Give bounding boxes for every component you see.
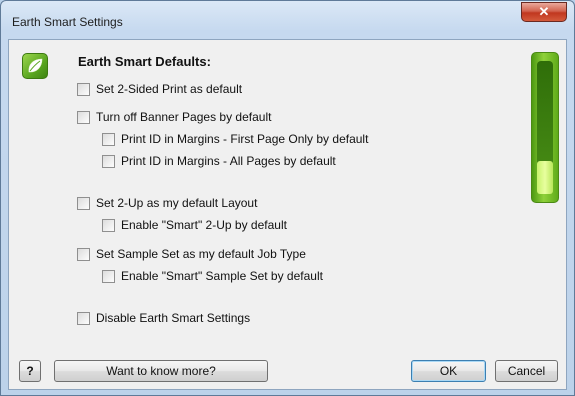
banner-pages-option[interactable]: Turn off Banner Pages by default [77,109,271,125]
smart-sample-set-option[interactable]: Enable "Smart" Sample Set by default [102,268,323,284]
two-sided-label: Set 2-Sided Print as default [96,82,243,96]
sample-set-option[interactable]: Set Sample Set as my default Job Type [77,246,306,262]
two-up-label: Set 2-Up as my default Layout [96,196,258,210]
smart-two-up-label: Enable "Smart" 2-Up by default [121,218,287,232]
print-id-all-pages-label: Print ID in Margins - All Pages by defau… [121,154,336,168]
disable-earth-smart-option[interactable]: Disable Earth Smart Settings [77,310,250,326]
want-to-know-more-button[interactable]: Want to know more? [54,360,268,382]
print-id-all-pages-option[interactable]: Print ID in Margins - All Pages by defau… [102,153,336,169]
two-up-option[interactable]: Set 2-Up as my default Layout [77,195,257,211]
close-icon: ✕ [538,4,550,19]
title-bar[interactable]: Earth Smart Settings ✕ [1,1,574,39]
sample-set-checkbox[interactable] [77,247,90,261]
two-up-checkbox[interactable] [77,196,90,210]
ok-button[interactable]: OK [411,360,486,382]
disable-earth-smart-checkbox[interactable] [77,311,90,325]
print-id-first-page-label: Print ID in Margins - First Page Only by… [121,132,369,146]
print-id-first-page-checkbox[interactable] [102,132,115,146]
print-id-all-pages-checkbox[interactable] [102,154,115,168]
dialog-content: Earth Smart Defaults: Set 2-Sided Print … [8,39,567,390]
sample-set-label: Set Sample Set as my default Job Type [96,247,306,261]
two-sided-checkbox[interactable] [77,82,90,96]
print-id-first-page-option[interactable]: Print ID in Margins - First Page Only by… [102,131,368,147]
meter-track [537,61,553,194]
two-sided-option[interactable]: Set 2-Sided Print as default [77,81,242,97]
disable-earth-smart-label: Disable Earth Smart Settings [96,311,251,325]
banner-pages-checkbox[interactable] [77,110,90,124]
close-button[interactable]: ✕ [521,2,567,22]
cancel-button[interactable]: Cancel [495,360,558,382]
earth-smart-meter [531,52,559,203]
window-title: Earth Smart Settings [12,15,123,29]
section-heading: Earth Smart Defaults: [78,54,211,69]
smart-sample-set-checkbox[interactable] [102,269,115,283]
earth-smart-settings-dialog: Earth Smart Settings ✕ Earth Smart Defau… [0,0,575,396]
smart-two-up-option[interactable]: Enable "Smart" 2-Up by default [102,217,287,233]
leaf-icon [22,53,48,79]
smart-two-up-checkbox[interactable] [102,218,115,232]
smart-sample-set-label: Enable "Smart" Sample Set by default [121,269,323,283]
banner-pages-label: Turn off Banner Pages by default [96,110,272,124]
help-button[interactable]: ? [19,360,41,382]
meter-fill [537,160,553,194]
